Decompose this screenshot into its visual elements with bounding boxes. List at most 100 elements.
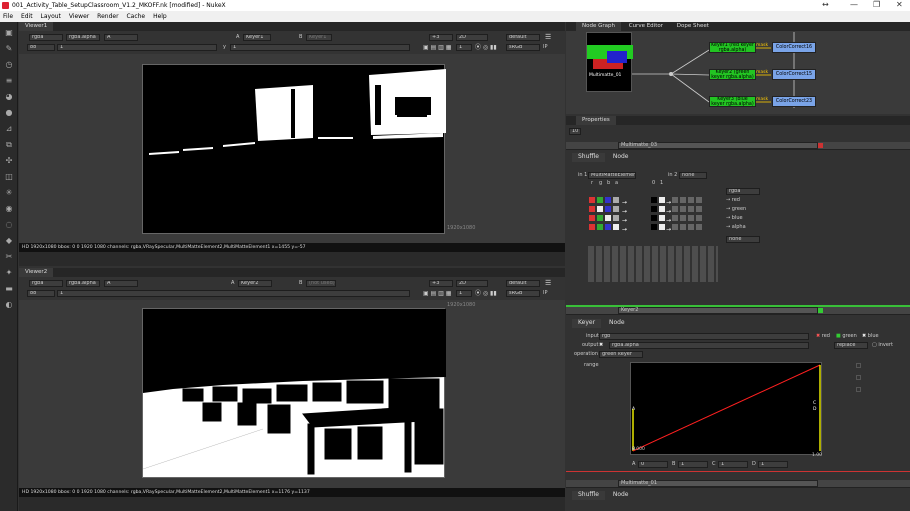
ocula-icon[interactable]: ▬ (4, 284, 14, 294)
keyer-name-field[interactable]: Keyer2 (618, 307, 818, 314)
viewer1-ip-button[interactable]: IP (543, 44, 548, 51)
furnace-icon[interactable]: ✦ (4, 268, 14, 278)
viewer2-frame-num[interactable]: 1 (456, 290, 472, 297)
viewer1-settings-icon[interactable]: ☰ (545, 34, 551, 41)
in2-select[interactable]: none (679, 172, 707, 179)
menu-layout[interactable]: Layout (38, 11, 64, 22)
viewer2-channels-select[interactable]: rgba (29, 280, 63, 287)
viewer1-gain-select[interactable]: +3 (429, 34, 453, 41)
field-c-input[interactable]: 1 (718, 461, 748, 468)
viewer1-lut-select[interactable]: default (506, 34, 540, 41)
tab-keyer[interactable]: Keyer (572, 319, 602, 328)
viewer1-frame-num[interactable]: 1 (456, 44, 472, 51)
3d-icon[interactable]: ◫ (4, 172, 14, 182)
tab-viewer2[interactable]: Viewer2 (19, 268, 54, 277)
viewer1-pause-icons[interactable]: ⦿ ◎ ▮▮ (475, 44, 497, 51)
maximize-icon[interactable]: ❐ (873, 0, 880, 10)
input-select[interactable]: rgb (599, 333, 809, 340)
viewer2-colorspace-select[interactable]: sRGB (506, 290, 540, 297)
shuffle2-name-field[interactable]: Multimatte_01 (618, 480, 818, 487)
viewer1-roi-icons[interactable]: ▣ ▤ ▥ ▦ (423, 44, 451, 51)
image-icon[interactable]: ▣ (4, 28, 14, 38)
curve-btn-1[interactable] (856, 363, 861, 368)
viewer2-pause-icons[interactable]: ⦿ ◎ ▮▮ (475, 290, 497, 297)
replace-select[interactable]: replace (834, 342, 868, 349)
keyer1-node[interactable]: Keyer1 (red keyer rgba.alpha) (709, 42, 756, 53)
menu-cache[interactable]: Cache (123, 11, 148, 22)
viewer2-gain-select[interactable]: +3 (429, 280, 453, 287)
range-curve-editor[interactable]: A B C D (630, 362, 822, 455)
properties-count[interactable]: 10 (569, 128, 581, 135)
menu-edit[interactable]: Edit (18, 11, 36, 22)
field-a-input[interactable]: 0 (638, 461, 668, 468)
field-b-input[interactable]: 1 (678, 461, 708, 468)
shuffle-name-field[interactable]: Multimatte_03 (618, 142, 818, 149)
viewer2-frame-field[interactable]: 1 (57, 290, 410, 297)
operation-select[interactable]: green keyer (599, 351, 643, 358)
shuffle-close-btn[interactable] (818, 143, 823, 148)
merge-icon[interactable]: ⧉ (4, 140, 14, 150)
chk-red[interactable]: ✖ red (816, 333, 830, 340)
toolsets-icon[interactable]: ◆ (4, 236, 14, 246)
metadata-icon[interactable]: ◌ (4, 220, 14, 230)
menu-viewer[interactable]: Viewer (66, 11, 92, 22)
viewer1-viewport[interactable]: 1920x1080 (19, 54, 565, 243)
particles-icon[interactable]: ✳ (4, 188, 14, 198)
output-select[interactable]: rgba.alpha (609, 342, 809, 349)
keyer2-node[interactable]: Keyer2 (green keyer rgba.alpha) (709, 69, 756, 80)
tab-keyer-node[interactable]: Node (603, 319, 631, 328)
menu-file[interactable]: File (0, 11, 16, 22)
tab-shuffle2-node[interactable]: Node (607, 491, 635, 500)
colorcorrect23-node[interactable]: ColorCorrect23 (772, 96, 816, 107)
views-icon[interactable]: ◉ (4, 204, 14, 214)
chk-green[interactable]: ■ green (836, 333, 857, 340)
filter-icon[interactable]: ● (4, 108, 14, 118)
color-icon[interactable]: ◕ (4, 92, 14, 102)
channel-icon[interactable]: ≡ (4, 76, 14, 86)
keyer-color-btn[interactable] (818, 308, 823, 313)
viewer1-alpha-select[interactable]: rgba.alpha (66, 34, 100, 41)
restore-arrows-icon[interactable]: ↔ (822, 0, 829, 10)
viewer2-ip-button[interactable]: IP (543, 290, 548, 297)
out-bottom-select[interactable]: none (726, 236, 760, 243)
invert-checkbox[interactable]: ▢ invert (872, 342, 893, 349)
in1-select[interactable]: MultiMatteElement3 (588, 172, 636, 179)
menu-render[interactable]: Render (94, 11, 121, 22)
viewer2-achan-select[interactable]: A (104, 280, 138, 287)
tab-shuffle[interactable]: Shuffle (572, 153, 605, 162)
curve-btn-3[interactable] (856, 387, 861, 392)
viewer1-a-input[interactable]: Keyer1 (243, 34, 271, 41)
chk-blue[interactable]: ✖ blue (862, 333, 879, 340)
viewer1-channels-select[interactable]: rgba (29, 34, 63, 41)
close-icon[interactable]: ✕ (896, 0, 903, 10)
viewer2-b-input[interactable]: (not used) (306, 280, 336, 287)
viewer1-frame-field[interactable]: 1 (57, 44, 217, 51)
field-d-input[interactable]: 1 (758, 461, 788, 468)
viewer2-roi-icons[interactable]: ▣ ▤ ▥ ▦ (423, 290, 451, 297)
shuffle-matrix-const[interactable]: → → → → (650, 196, 720, 233)
other-icon[interactable]: ✂ (4, 252, 14, 262)
viewer2-lut-select[interactable]: default (506, 280, 540, 287)
tab-shuffle2[interactable]: Shuffle (572, 491, 605, 500)
tab-properties[interactable]: Properties (576, 116, 616, 125)
viewer1-b-input[interactable]: Keyer1 (306, 34, 332, 41)
viewer2-a-input[interactable]: Keyer2 (238, 280, 272, 287)
minimize-icon[interactable]: — (850, 0, 858, 10)
shuffle-matrix-empty[interactable] (588, 246, 718, 282)
time-icon[interactable]: ◷ (4, 60, 14, 70)
keyer3-node[interactable]: Keyer3 (blue keyer rgba.alpha) (709, 96, 756, 107)
colorcorrect16-node[interactable]: ColorCorrect16 (772, 42, 816, 53)
viewer2-frame-left[interactable]: 88 (27, 290, 55, 297)
viewer2-mode-select[interactable]: 2D (456, 280, 488, 287)
viewer1-mode-select[interactable]: 2D (456, 34, 488, 41)
keyer-icon[interactable]: ⊿ (4, 124, 14, 134)
viewer2-alpha-select[interactable]: rgba.alpha (66, 280, 100, 287)
viewer1-y-field[interactable]: 1 (230, 44, 410, 51)
tab-viewer1[interactable]: Viewer1 (19, 22, 54, 31)
viewer1-achan-select[interactable]: A (104, 34, 138, 41)
viewer2-timeline[interactable] (19, 497, 565, 511)
menu-help[interactable]: Help (150, 11, 170, 22)
viewer2-viewport[interactable]: 1920x1080 (19, 300, 565, 488)
viewer1-frame-left[interactable]: 88 (27, 44, 55, 51)
transform-icon[interactable]: ✣ (4, 156, 14, 166)
